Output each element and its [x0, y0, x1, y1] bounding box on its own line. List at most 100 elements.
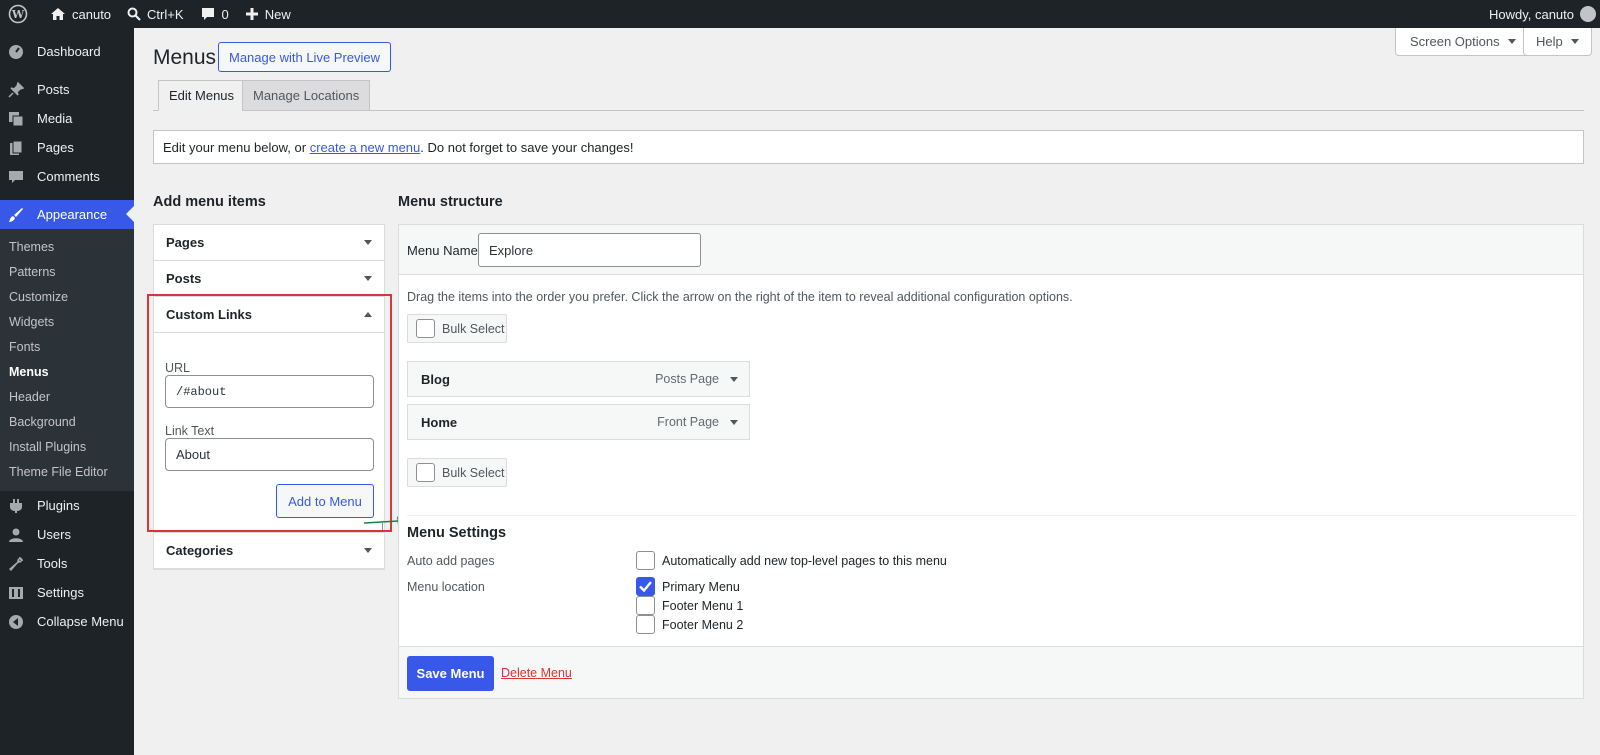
- plus-icon: [245, 8, 258, 20]
- delete-menu-link[interactable]: Delete Menu: [501, 666, 572, 680]
- submenu-item-fonts[interactable]: Fonts: [0, 335, 134, 360]
- caret-down-icon[interactable]: [730, 377, 738, 382]
- menu-item-type: Posts Page: [655, 372, 719, 386]
- sidebar-item-tools[interactable]: Tools: [0, 549, 134, 578]
- submenu-item-background[interactable]: Background: [0, 410, 134, 435]
- auto-add-text: Automatically add new top-level pages to…: [662, 553, 947, 568]
- submenu-item-theme-file-editor[interactable]: Theme File Editor: [0, 460, 134, 485]
- site-name: canuto: [72, 6, 112, 22]
- my-account-link[interactable]: Howdy, canuto: [1481, 0, 1600, 28]
- appearance-submenu: Themes Patterns Customize Widgets Fonts …: [0, 229, 134, 491]
- menu-name-input[interactable]: Explore: [478, 233, 701, 267]
- paintbrush-icon: [8, 207, 24, 223]
- sidebar-label: Pages: [37, 140, 74, 155]
- help-label: Help: [1536, 34, 1563, 49]
- create-menu-link[interactable]: create a new menu: [310, 140, 421, 155]
- submenu-item-header[interactable]: Header: [0, 385, 134, 410]
- new-content-link[interactable]: New: [237, 0, 299, 28]
- auto-add-label: Auto add pages: [407, 554, 495, 568]
- sidebar-item-plugins[interactable]: Plugins: [0, 491, 134, 520]
- collapse-menu-button[interactable]: Collapse Menu: [0, 607, 134, 636]
- submenu-item-themes[interactable]: Themes: [0, 235, 134, 260]
- nav-tabs: Edit Menus Manage Locations: [153, 80, 1584, 111]
- sidebar-item-pages[interactable]: Pages: [0, 133, 134, 162]
- help-button[interactable]: Help: [1523, 28, 1592, 56]
- sidebar-item-comments[interactable]: Comments: [0, 162, 134, 191]
- submenu-item-install-plugins[interactable]: Install Plugins: [0, 435, 134, 460]
- wrench-icon: [8, 556, 24, 572]
- caret-down-icon: [364, 276, 372, 281]
- checkbox[interactable]: [636, 615, 655, 634]
- notice-text: Edit your menu below, or: [163, 139, 307, 155]
- comments-link[interactable]: 0: [192, 0, 237, 28]
- location-footer-2-row[interactable]: Footer Menu 2: [636, 615, 743, 634]
- wordpress-logo-icon[interactable]: W: [0, 0, 42, 28]
- sidebar-label: Collapse Menu: [37, 614, 124, 629]
- media-icon: [8, 111, 24, 127]
- submenu-item-customize[interactable]: Customize: [0, 285, 134, 310]
- sidebar-item-settings[interactable]: Settings: [0, 578, 134, 607]
- caret-down-icon: [1507, 39, 1516, 44]
- pages-icon: [8, 140, 24, 156]
- accordion-pages[interactable]: Pages: [154, 225, 384, 261]
- caret-down-icon: [364, 548, 372, 553]
- caret-down-icon: [1570, 39, 1579, 44]
- tab-manage-locations[interactable]: Manage Locations: [242, 80, 371, 111]
- submenu-item-patterns[interactable]: Patterns: [0, 260, 134, 285]
- sidebar-label: Dashboard: [37, 44, 101, 59]
- sidebar-label: Users: [37, 527, 71, 542]
- main-content: Menus Manage with Live Preview Screen Op…: [134, 28, 1600, 755]
- checkbox: [416, 463, 435, 482]
- sidebar-label: Plugins: [37, 498, 80, 513]
- bulk-select-label: Bulk Select: [442, 321, 505, 336]
- bulk-select-button[interactable]: Bulk Select: [407, 458, 507, 487]
- sidebar-item-media[interactable]: Media: [0, 104, 134, 133]
- user-icon: [8, 527, 24, 543]
- menu-item-type: Front Page: [657, 415, 719, 429]
- auto-add-checkbox-row[interactable]: Automatically add new top-level pages to…: [636, 551, 947, 570]
- sidebar-label: Appearance: [37, 207, 108, 222]
- menu-item[interactable]: Blog Posts Page: [407, 361, 750, 397]
- location-name: Primary Menu: [662, 579, 740, 594]
- site-name-link[interactable]: canuto: [42, 0, 119, 28]
- sidebar-item-appearance[interactable]: Appearance: [0, 200, 134, 229]
- admin-bar: W canuto Ctrl+K 0 New Howdy, canuto: [0, 0, 1600, 28]
- add-menu-items-heading: Add menu items: [153, 194, 266, 210]
- menu-item-title: Home: [421, 414, 458, 430]
- admin-sidebar: Dashboard Posts Media Pages Comments App…: [0, 28, 134, 755]
- menu-settings-title: Menu Settings: [407, 525, 507, 541]
- screen-options-button[interactable]: Screen Options: [1395, 28, 1531, 56]
- location-name: Footer Menu 2: [662, 617, 744, 632]
- info-notice: Edit your menu below, or create a new me…: [153, 130, 1584, 164]
- location-primary-row[interactable]: Primary Menu: [636, 577, 740, 596]
- sidebar-item-posts[interactable]: Posts: [0, 75, 134, 104]
- highlight-box: [147, 294, 392, 532]
- caret-down-icon[interactable]: [730, 420, 738, 425]
- submenu-item-widgets[interactable]: Widgets: [0, 310, 134, 335]
- accordion-label: Pages: [166, 235, 205, 250]
- tab-edit-menus[interactable]: Edit Menus: [158, 80, 246, 111]
- bulk-select-button[interactable]: Bulk Select: [407, 314, 507, 343]
- dashboard-icon: [8, 44, 24, 60]
- command-palette-button[interactable]: Ctrl+K: [119, 0, 191, 28]
- greeting: Howdy, canuto: [1488, 6, 1574, 22]
- menu-structure-panel: Menu Name Explore Drag the items into th…: [398, 224, 1584, 699]
- accordion-posts[interactable]: Posts: [154, 261, 384, 297]
- sidebar-item-dashboard[interactable]: Dashboard: [0, 37, 134, 66]
- checkbox: [416, 319, 435, 338]
- submenu-item-menus[interactable]: Menus: [0, 360, 134, 385]
- accordion-categories[interactable]: Categories: [154, 533, 384, 569]
- checkbox-checked[interactable]: [636, 577, 655, 596]
- live-preview-button[interactable]: Manage with Live Preview: [218, 42, 392, 72]
- sidebar-label: Media: [37, 111, 73, 126]
- sidebar-item-users[interactable]: Users: [0, 520, 134, 549]
- checkbox[interactable]: [636, 551, 655, 570]
- menu-item[interactable]: Home Front Page: [407, 404, 750, 440]
- accordion-label: Categories: [166, 543, 234, 558]
- save-menu-button[interactable]: Save Menu: [407, 656, 494, 691]
- plugin-icon: [8, 498, 24, 514]
- checkmark-icon: [639, 581, 652, 592]
- page-title: Menus: [153, 46, 217, 69]
- location-footer-1-row[interactable]: Footer Menu 1: [636, 596, 743, 615]
- checkbox[interactable]: [636, 596, 655, 615]
